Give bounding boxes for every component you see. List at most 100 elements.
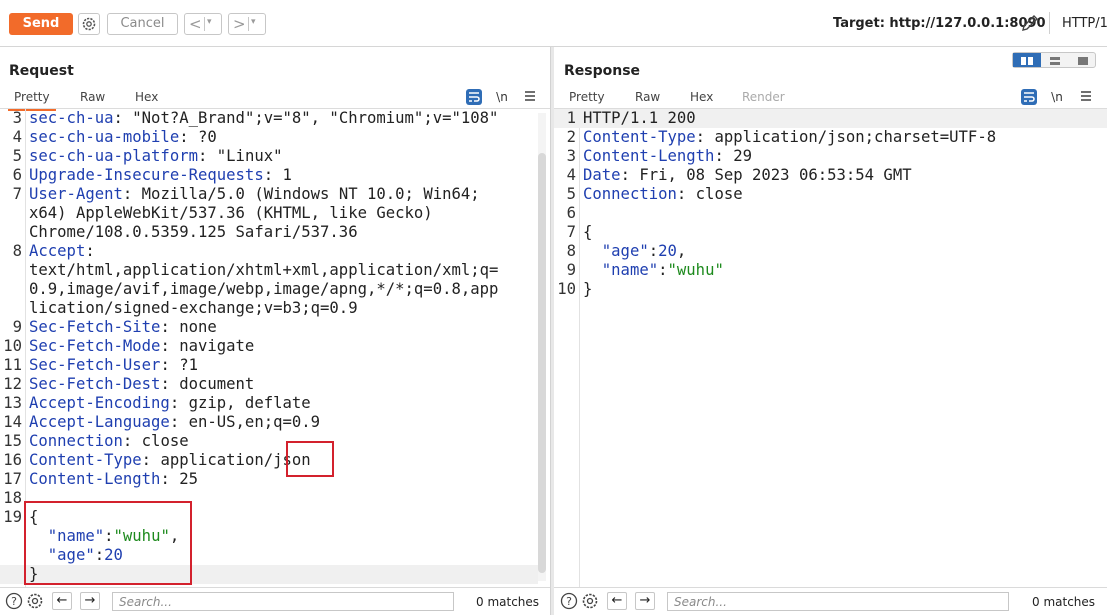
code-line[interactable]: 3 Content-Length: 29 (554, 147, 1107, 166)
header-value: text/html,application/xhtml+xml,applicat… (29, 261, 499, 279)
layout-side-by-side[interactable] (1013, 53, 1041, 67)
code-line[interactable]: 4 Date: Fri, 08 Sep 2023 06:53:54 GMT (554, 166, 1107, 185)
header-value: 25 (169, 470, 198, 488)
back-button[interactable]: < ▾ (184, 13, 222, 35)
header-line: Date: Fri, 08 Sep 2023 06:53:54 GMT (583, 166, 912, 184)
wrap-lines-icon[interactable] (1021, 89, 1037, 105)
newline-toggle[interactable]: \n (1049, 89, 1065, 105)
header-name: sec-ch-ua (29, 109, 114, 127)
code-line[interactable]: 10 Sec-Fetch-Mode: navigate (0, 337, 538, 356)
header-line: Connection: close (29, 432, 189, 450)
tab-hex[interactable]: Hex (135, 89, 158, 109)
code-line[interactable]: x64) AppleWebKit/537.36 (KHTML, like Gec… (0, 204, 538, 223)
gear-icon[interactable] (581, 592, 599, 610)
newline-toggle[interactable]: \n (494, 89, 510, 105)
help-icon[interactable]: ? (5, 592, 23, 610)
code-line[interactable]: 2 Content-Type: application/json;charset=… (554, 128, 1107, 147)
tab-hex[interactable]: Hex (690, 89, 713, 109)
code-line[interactable]: 0.9,image/avif,image/webp,image/apng,*/*… (0, 280, 538, 299)
highlight-content-type (286, 441, 334, 477)
send-button[interactable]: Send (9, 13, 73, 35)
header-value: gzip, deflate (179, 394, 311, 412)
scroll-thumb[interactable] (538, 153, 546, 573)
header-line: sec-ch-ua-mobile: ?0 (29, 128, 217, 146)
cancel-button[interactable]: Cancel (107, 13, 178, 35)
header-name: sec-ch-ua-mobile (29, 128, 180, 146)
header-value: "Linux" (207, 147, 283, 165)
line-number: 14 (3, 413, 22, 431)
code-line[interactable]: 9 Sec-Fetch-Site: none (0, 318, 538, 337)
gear-icon[interactable] (78, 13, 100, 35)
code-line[interactable]: 6 Upgrade-Insecure-Requests: 1 (0, 166, 538, 185)
search-next-button[interactable]: → (80, 592, 100, 610)
request-scrollbar[interactable] (538, 113, 546, 581)
code-line[interactable]: 11 Sec-Fetch-User: ?1 (0, 356, 538, 375)
wrap-lines-icon[interactable] (466, 89, 482, 105)
code-line[interactable]: 15 Connection: close (0, 432, 538, 451)
chevron-down-icon[interactable]: ▾ (251, 17, 256, 27)
layout-tabs[interactable] (1069, 53, 1097, 67)
code-line[interactable]: 5 sec-ch-ua-platform: "Linux" (0, 147, 538, 166)
header-name: Sec-Fetch-Dest (29, 375, 161, 393)
forward-button[interactable]: > ▾ (228, 13, 266, 35)
top-toolbar: Send Cancel < ▾ > ▾ Target: http://127.0… (0, 0, 1107, 47)
chevron-down-icon[interactable]: ▾ (207, 17, 212, 27)
code-line[interactable]: 13 Accept-Encoding: gzip, deflate (0, 394, 538, 413)
line-number: 8 (12, 242, 22, 260)
search-input[interactable] (112, 592, 454, 611)
menu-icon[interactable] (1078, 89, 1094, 105)
header-line: Sec-Fetch-User: ?1 (29, 356, 198, 374)
search-input[interactable] (667, 592, 1009, 611)
code-line[interactable]: 14 Accept-Language: en-US,en;q=0.9 (0, 413, 538, 432)
gear-icon[interactable] (26, 592, 44, 610)
line-number: 9 (566, 261, 576, 279)
code-line[interactable]: 8 "age":20, (554, 242, 1107, 261)
code-line[interactable]: 17 Content-Length: 25 (0, 470, 538, 489)
header-value: HTTP/1.1 200 (583, 109, 696, 127)
code-line[interactable]: 8 Accept: (0, 242, 538, 261)
code-line[interactable]: 5 Connection: close (554, 185, 1107, 204)
header-name: Content-Type (583, 128, 696, 146)
help-icon[interactable]: ? (560, 592, 578, 610)
tab-render[interactable]: Render (742, 89, 785, 109)
code-line[interactable]: 7{ (554, 223, 1107, 242)
header-line: sec-ch-ua-platform: "Linux" (29, 147, 283, 165)
menu-icon[interactable] (522, 89, 538, 105)
code-line[interactable]: lication/signed-exchange;v=b3;q=0.9 (0, 299, 538, 318)
code-line[interactable]: 7 User-Agent: Mozilla/5.0 (Windows NT 10.… (0, 185, 538, 204)
layout-stacked[interactable] (1041, 53, 1069, 67)
line-number: 18 (3, 489, 22, 507)
layout-toggle[interactable] (1012, 52, 1096, 68)
code-line[interactable]: 6 (554, 204, 1107, 223)
search-next-button[interactable]: → (635, 592, 655, 610)
protocol-label[interactable]: HTTP/1 (1062, 16, 1107, 31)
tab-raw[interactable]: Raw (635, 89, 660, 109)
header-name: User-Agent (29, 185, 123, 203)
request-pane: Request Pretty Raw Hex \n 3 sec-ch-ua: "N… (0, 47, 550, 615)
json-token: "wuhu" (667, 261, 724, 279)
code-line[interactable]: 4 sec-ch-ua-mobile: ?0 (0, 128, 538, 147)
header-line: User-Agent: Mozilla/5.0 (Windows NT 10.0… (29, 185, 480, 203)
search-prev-button[interactable]: ← (52, 592, 72, 610)
code-line[interactable]: 9 "name":"wuhu" (554, 261, 1107, 280)
response-editor[interactable]: 1 HTTP/1.1 200 2 Content-Type: application/… (554, 109, 1107, 587)
code-line[interactable]: 12 Sec-Fetch-Dest: document (0, 375, 538, 394)
header-value: x64) AppleWebKit/537.36 (KHTML, like Gec… (29, 204, 433, 222)
code-line[interactable]: Chrome/108.0.5359.125 Safari/537.36 (0, 223, 538, 242)
code-line[interactable]: 3 sec-ch-ua: "Not?A_Brand";v="8", "Chromi… (0, 109, 538, 128)
line-number: 1 (566, 109, 576, 127)
header-name: Upgrade-Insecure-Requests (29, 166, 264, 184)
code-line[interactable]: text/html,application/xhtml+xml,applicat… (0, 261, 538, 280)
header-line: Content-Type: application/json;charset=U… (583, 128, 997, 146)
pencil-icon[interactable] (1020, 13, 1040, 37)
code-line[interactable]: 16 Content-Type: application/json (0, 451, 538, 470)
code-line[interactable]: 10} (554, 280, 1107, 299)
svg-text:?: ? (11, 595, 17, 608)
header-line: Content-Length: 25 (29, 470, 198, 488)
header-value: application/json;charset=UTF-8 (705, 128, 997, 146)
header-line: Sec-Fetch-Mode: navigate (29, 337, 255, 355)
header-line: text/html,application/xhtml+xml,applicat… (29, 261, 498, 280)
tab-raw[interactable]: Raw (80, 89, 105, 109)
code-line[interactable]: 1 HTTP/1.1 200 (554, 109, 1107, 128)
search-prev-button[interactable]: ← (607, 592, 627, 610)
